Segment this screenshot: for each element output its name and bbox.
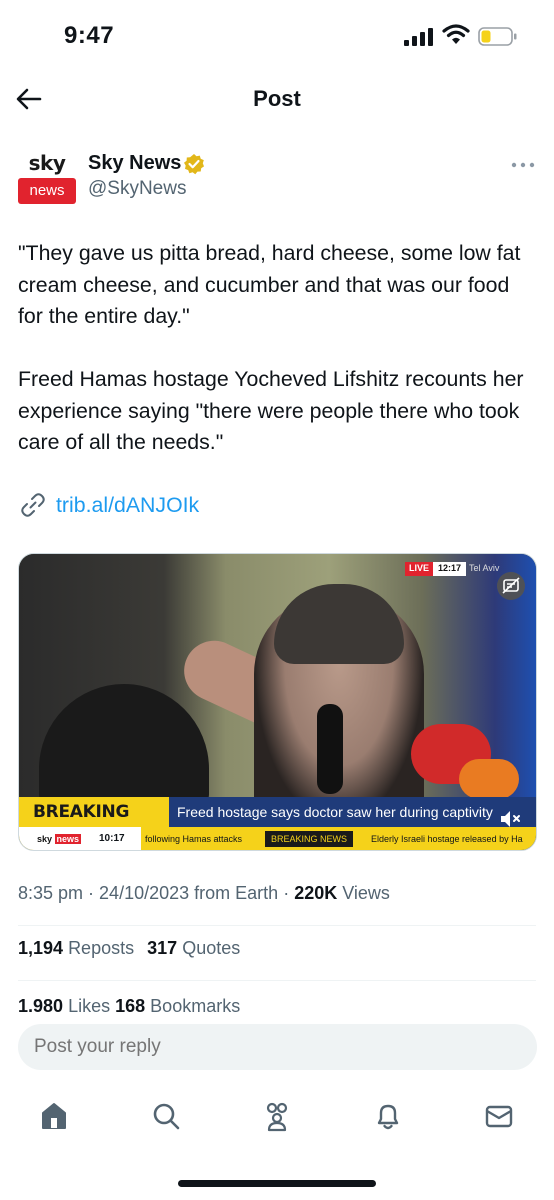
- avatar-logo-bottom: news: [18, 178, 76, 204]
- ticker-brand-news: news: [54, 834, 82, 844]
- engagement-stats: 1,194 Reposts 317 Quotes: [18, 938, 240, 959]
- likes-count: 1,980: [18, 996, 64, 1012]
- communities-icon[interactable]: [261, 1100, 293, 1132]
- post-time: 8:35 pm: [18, 883, 84, 903]
- bookmarks-count: 168: [115, 996, 146, 1012]
- divider: [18, 925, 536, 926]
- post-paragraph: "They gave us pitta bread, hard cheese, …: [18, 241, 521, 328]
- ticker-brand-sky: sky: [37, 834, 53, 844]
- live-label: LIVE: [405, 562, 434, 576]
- ticker-text: Elderly Israeli hostage released by Ha: [371, 834, 523, 844]
- search-icon[interactable]: [150, 1100, 182, 1132]
- likes-stat[interactable]: 1,980 Likes: [18, 996, 110, 1012]
- link-text[interactable]: trib.al/dANJOIk: [56, 493, 199, 518]
- engagement-stats-2: 1,980 Likes 168 Bookmarks: [18, 996, 240, 1012]
- avatar[interactable]: sky news: [18, 148, 76, 206]
- avatar-logo-top: sky: [28, 151, 66, 175]
- reply-input[interactable]: [18, 1024, 537, 1070]
- video-microphone: [317, 704, 343, 794]
- reposts-label: Reposts: [68, 938, 135, 958]
- post-meta: 8:35 pm · 24/10/2023 from Earth · 220K V…: [18, 883, 390, 904]
- meta-separator: ·: [278, 883, 295, 903]
- bottom-nav: [0, 1090, 554, 1150]
- reposts-stat[interactable]: 1,194 Reposts: [18, 938, 134, 958]
- ticker-text: following Hamas attacks: [145, 834, 243, 844]
- quotes-stat[interactable]: 317 Quotes: [147, 938, 240, 958]
- breaking-news-label: BREAKING NEWS: [19, 797, 169, 850]
- video-player[interactable]: LIVE 12:17 Tel Aviv BREAKING NEWS Freed …: [18, 553, 537, 851]
- views-count[interactable]: 220K: [294, 883, 337, 903]
- bookmarks-label: Bookmarks: [150, 996, 241, 1012]
- more-dots-icon[interactable]: [510, 160, 536, 170]
- status-bar: 9:47: [0, 0, 554, 64]
- home-icon[interactable]: [38, 1100, 70, 1132]
- quotes-label: Quotes: [182, 938, 241, 958]
- news-ticker: sky news 10:17 following Hamas attacks B…: [19, 827, 536, 850]
- ticker-time: 10:17: [99, 827, 141, 850]
- bookmarks-stat[interactable]: 168 Bookmarks: [115, 996, 240, 1012]
- post-link[interactable]: trib.al/dANJOIk: [18, 488, 199, 522]
- page-title: Post: [253, 86, 301, 111]
- messages-icon[interactable]: [483, 1100, 515, 1132]
- post-date: 24/10/2023: [99, 883, 190, 903]
- battery-low-icon: [478, 27, 517, 46]
- link-icon: [21, 493, 45, 517]
- live-time: 12:17: [433, 562, 467, 576]
- status-time: 9:47: [64, 22, 115, 49]
- quotes-count: 317: [147, 938, 178, 958]
- post-source: from Earth: [194, 883, 279, 903]
- video-microphone-orange: [459, 759, 519, 799]
- notifications-icon[interactable]: [372, 1100, 404, 1132]
- reply-bar: [0, 1012, 554, 1082]
- post-body: "They gave us pitta bread, hard cheese, …: [18, 238, 538, 459]
- post-paragraph: Freed Hamas hostage Yocheved Lifshitz re…: [18, 367, 524, 454]
- author-handle[interactable]: @SkyNews: [88, 178, 186, 200]
- divider: [18, 980, 536, 981]
- post-header: Post: [0, 72, 554, 128]
- likes-label: Likes: [68, 996, 111, 1012]
- meta-separator: ·: [83, 883, 100, 903]
- author-name[interactable]: Sky News: [88, 152, 181, 175]
- live-city: Tel Aviv: [469, 563, 500, 573]
- wifi-icon: [442, 24, 470, 44]
- live-badge: LIVE 12:17 Tel Aviv: [405, 562, 502, 576]
- views-label: Views: [342, 883, 390, 903]
- ticker-brand: sky news: [19, 827, 99, 850]
- reposts-count: 1,194: [18, 938, 64, 958]
- cellular-signal-icon: [404, 28, 433, 46]
- home-indicator[interactable]: [178, 1180, 376, 1187]
- ticker-breaking-label: BREAKING NEWS: [265, 831, 354, 847]
- breaking-news-headline: Freed hostage says doctor saw her during…: [169, 797, 536, 827]
- breaking-news-bar: BREAKING NEWS Freed hostage says doctor …: [19, 797, 536, 850]
- captions-icon[interactable]: [497, 572, 525, 600]
- verified-badge-icon[interactable]: [183, 153, 205, 175]
